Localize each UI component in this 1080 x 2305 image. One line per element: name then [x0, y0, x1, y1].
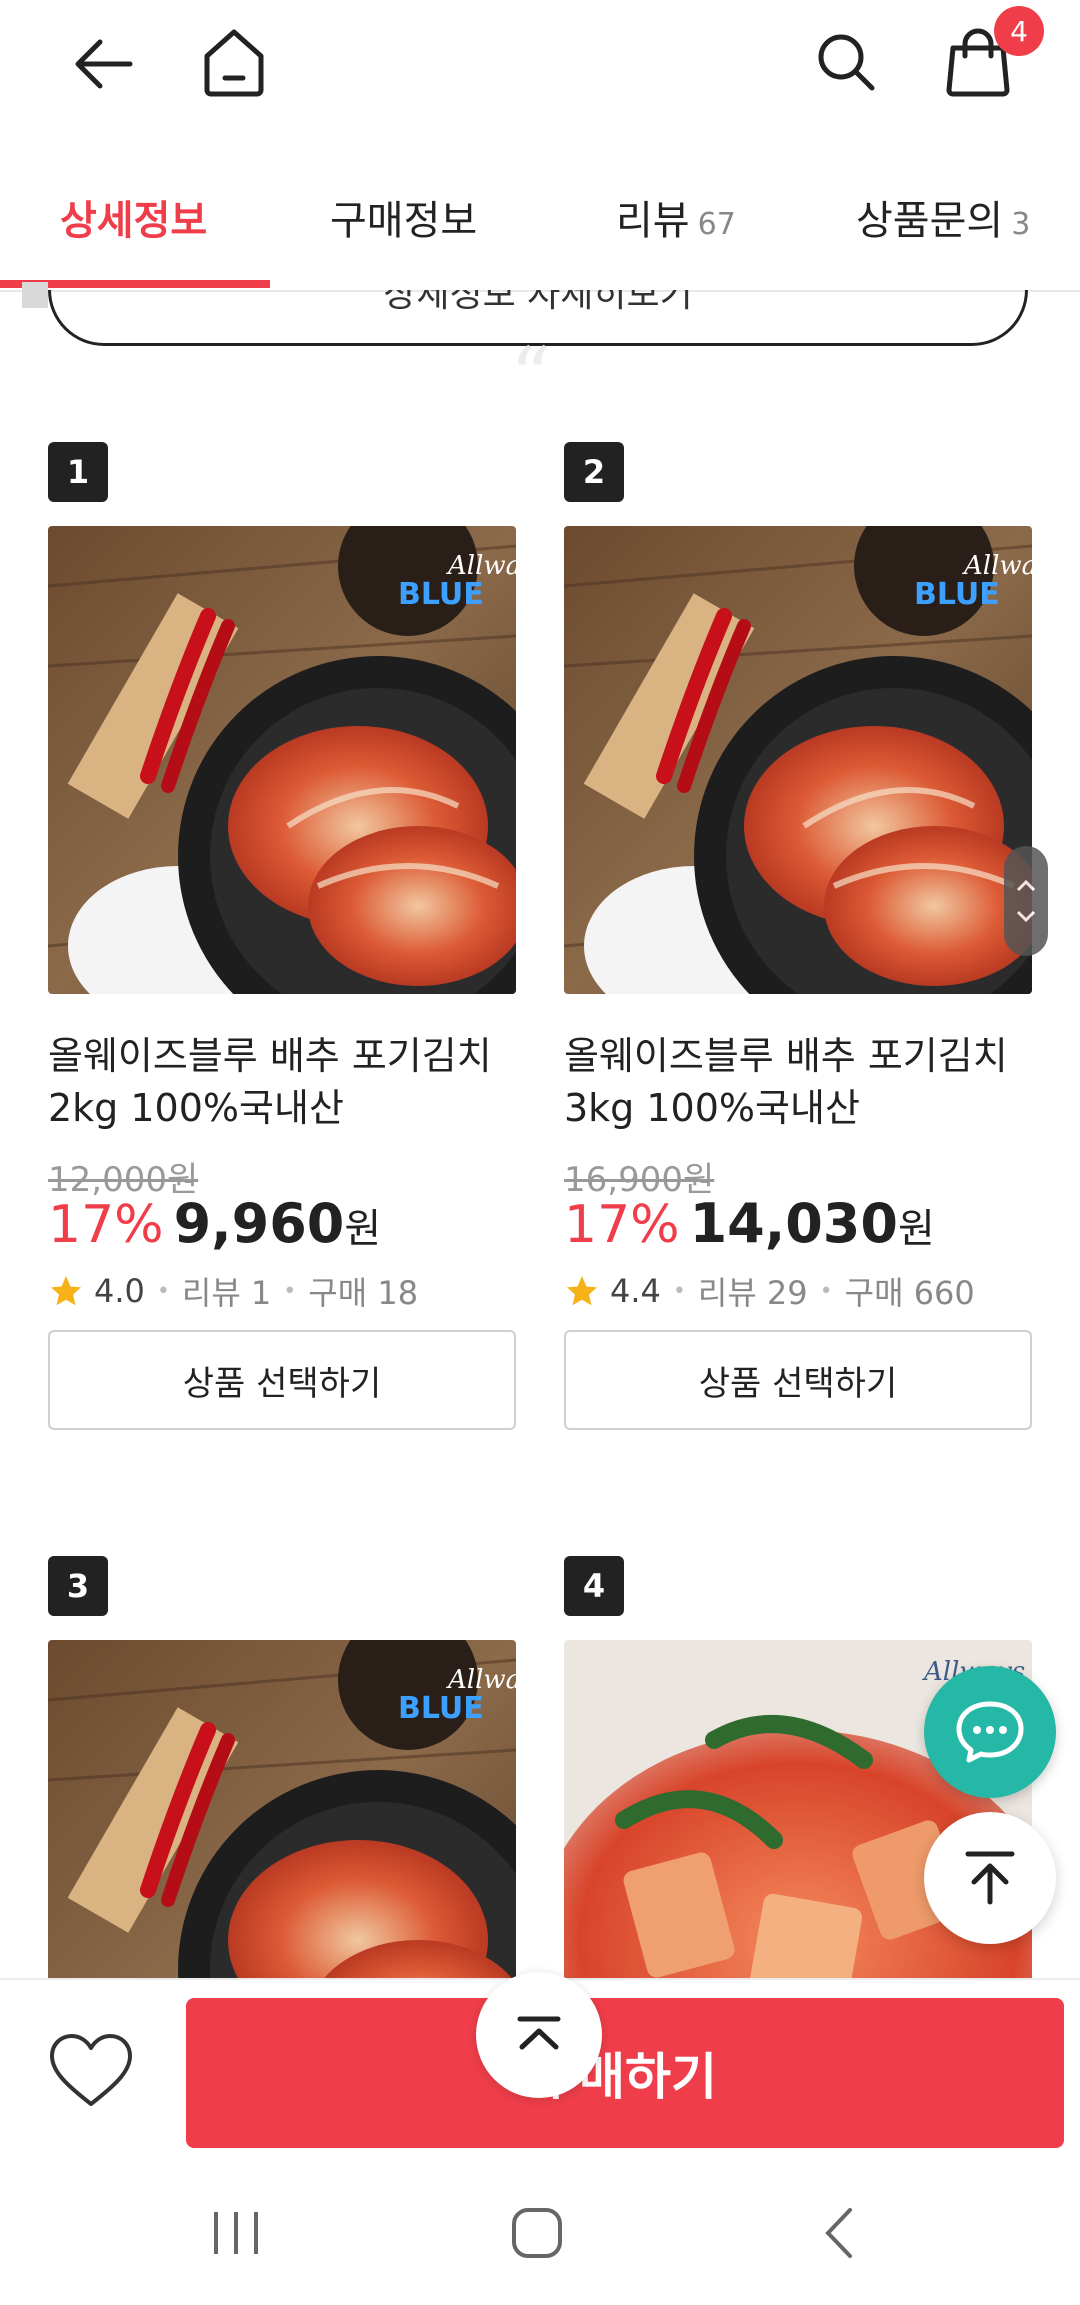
price-line: 17% 14,030원 — [564, 1192, 935, 1255]
separator-dot: • — [819, 1278, 833, 1304]
product-meta: 4.0 • 리뷰 1 • 구매 18 — [48, 1268, 418, 1314]
home-icon — [204, 29, 264, 97]
detail-marker — [22, 282, 48, 308]
tab-count: 67 — [697, 207, 736, 242]
svg-text:BLUE: BLUE — [398, 577, 484, 612]
back-button[interactable] — [64, 24, 144, 104]
tab-qna[interactable]: 상품문의 3 — [856, 188, 1030, 246]
search-button[interactable] — [806, 22, 886, 102]
scroll-handle[interactable] — [1004, 846, 1048, 956]
sale-price: 9,960 — [173, 1192, 345, 1255]
svg-text:BLUE: BLUE — [914, 577, 1000, 612]
product-name[interactable]: 올웨이즈블루 배추 포기김치 3kg 100%국내산 — [564, 1030, 1032, 1134]
heart-icon — [50, 2034, 132, 2106]
cart-count-badge: 4 — [994, 6, 1044, 56]
sale-price: 14,030 — [689, 1192, 898, 1255]
tab-label: 상품문의 — [856, 198, 1004, 244]
chat-button[interactable] — [924, 1666, 1056, 1798]
svg-text:BLUE: BLUE — [398, 1691, 484, 1726]
arrow-left-icon — [75, 39, 133, 89]
home-nav-icon[interactable] — [510, 2206, 564, 2260]
product-rank: 4 — [564, 1556, 624, 1616]
price-line: 17% 9,960원 — [48, 1192, 381, 1255]
purchase-count: 구매 18 — [308, 1274, 419, 1312]
review-count: 리뷰 29 — [697, 1274, 808, 1312]
back-nav-icon[interactable] — [820, 2206, 860, 2260]
separator-dot: • — [283, 1278, 297, 1304]
rating-value: 4.4 — [610, 1272, 661, 1310]
buy-button[interactable]: 구매하기 — [186, 1998, 1064, 2148]
product-image[interactable]: Allways BLUE — [48, 526, 516, 994]
detail-more-label: 상세정보 자세히보기 — [383, 290, 693, 315]
scroll-top-icon — [965, 1851, 1015, 1905]
rating-value: 4.0 — [94, 1272, 145, 1310]
separator-dot: • — [672, 1278, 686, 1304]
detail-tabs: 상세정보 구매정보 리뷰 67 상품문의 3 — [0, 160, 1080, 292]
currency-unit: 원 — [897, 1206, 935, 1252]
quote-mark-icon: “ — [510, 330, 551, 423]
tab-label: 상세정보 — [60, 198, 208, 244]
tab-reviews[interactable]: 리뷰 67 — [616, 188, 736, 246]
product-image[interactable]: Allways BLUE — [564, 526, 1032, 994]
select-product-button[interactable]: 상품 선택하기 — [564, 1330, 1032, 1430]
collapse-button[interactable] — [476, 1972, 602, 2098]
system-navigation-bar — [0, 2158, 1080, 2305]
currency-unit: 원 — [344, 1206, 382, 1252]
select-product-button[interactable]: 상품 선택하기 — [48, 1330, 516, 1430]
separator-dot: • — [156, 1278, 170, 1304]
star-icon — [567, 1276, 597, 1306]
review-count: 리뷰 1 — [181, 1274, 272, 1312]
search-icon — [818, 34, 875, 91]
tab-count: 3 — [1011, 207, 1031, 242]
wishlist-button[interactable] — [48, 2032, 134, 2112]
discount-rate: 17% — [48, 1195, 164, 1255]
scroll-to-top-button[interactable] — [924, 1812, 1056, 1944]
product-rank: 1 — [48, 442, 108, 502]
discount-rate: 17% — [564, 1195, 680, 1255]
product-rank: 3 — [48, 1556, 108, 1616]
tab-label: 리뷰 — [616, 198, 690, 244]
star-icon — [51, 1276, 81, 1306]
chevron-updown-icon — [1016, 879, 1036, 923]
home-button[interactable] — [194, 22, 274, 102]
chevron-up-icon — [517, 2016, 561, 2050]
tab-purchase-info[interactable]: 구매정보 — [330, 188, 477, 246]
product-name[interactable]: 올웨이즈블루 배추 포기김치 2kg 100%국내산 — [48, 1030, 516, 1134]
tab-detail-info[interactable]: 상세정보 — [60, 188, 207, 246]
product-meta: 4.4 • 리뷰 29 • 구매 660 — [564, 1268, 975, 1314]
purchase-count: 구매 660 — [844, 1274, 975, 1312]
tab-label: 구매정보 — [330, 198, 478, 244]
recent-apps-icon[interactable] — [210, 2208, 262, 2258]
chat-bubble-icon — [956, 1701, 1024, 1763]
product-rank: 2 — [564, 442, 624, 502]
